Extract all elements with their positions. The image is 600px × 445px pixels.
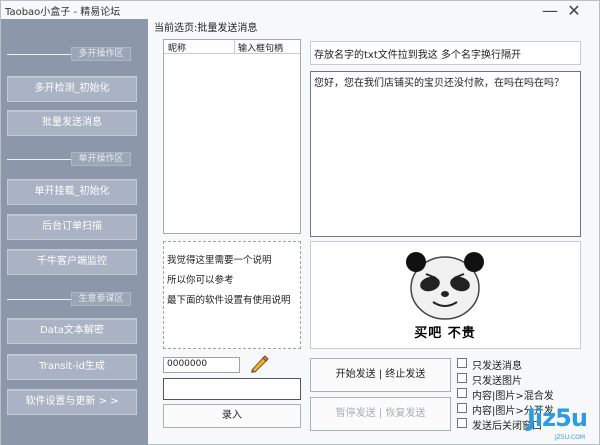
description-line: 我觉得这里需要一个说明 xyxy=(167,255,272,266)
description-line: 所以你可以参考 xyxy=(167,275,234,286)
watermark-text: Jiz5u xyxy=(527,404,588,432)
nickname-list[interactable]: 昵称 输入框句柄 xyxy=(163,39,301,234)
group-label: 生意参谋区 xyxy=(71,292,131,306)
record-button[interactable]: 录入 xyxy=(163,404,301,428)
transit-id-button[interactable]: Transit-id生成 xyxy=(7,354,137,380)
site-watermark: Jiz5u JZ5U.COM xyxy=(511,404,600,445)
group-header-single: 单开操作区 xyxy=(1,151,148,167)
order-scan-button[interactable]: 后台订单扫描 xyxy=(7,214,137,240)
checkbox[interactable] xyxy=(457,373,467,383)
main-panel: 当前选页:批量发送消息 昵称 输入框句柄 存放名字的txt文件拉到我这 多个名字… xyxy=(148,1,600,445)
group-header-multi: 多开操作区 xyxy=(1,46,148,62)
checkbox[interactable] xyxy=(457,358,467,368)
group-divider xyxy=(7,54,71,55)
image-drop-area[interactable]: 买吧 不贵 xyxy=(310,241,581,349)
list-header: 昵称 输入框句柄 xyxy=(164,40,300,54)
group-divider xyxy=(7,159,71,160)
app-window: Taobao小盒子 - 精易论坛 — ✕ 多开操作区 多开检测_初始化 批量发送… xyxy=(0,0,600,445)
column-handle[interactable]: 输入框句柄 xyxy=(238,41,283,54)
pencil-icon[interactable] xyxy=(248,353,270,375)
checkbox[interactable] xyxy=(457,418,467,428)
window-title: Taobao小盒子 - 精易论坛 xyxy=(5,7,121,18)
option-label: 内容|图片>混合发 xyxy=(472,391,554,402)
entry-input[interactable] xyxy=(163,378,301,400)
meme-caption: 买吧 不贵 xyxy=(414,326,476,341)
name-file-drop-area[interactable]: 存放名字的txt文件拉到我这 多个名字换行隔开 xyxy=(310,41,581,65)
option-label: 只发送图片 xyxy=(472,376,522,387)
multi-detect-init-button[interactable]: 多开检测_初始化 xyxy=(7,76,137,102)
group-label: 多开操作区 xyxy=(71,47,131,61)
qianniu-monitor-button[interactable]: 千牛客户端监控 xyxy=(7,249,137,275)
settings-update-button[interactable]: 软件设置与更新 > > xyxy=(7,389,137,415)
current-page-label: 当前选页:批量发送消息 xyxy=(154,23,258,34)
checkbox[interactable] xyxy=(457,403,467,413)
batch-send-message-button[interactable]: 批量发送消息 xyxy=(7,110,137,136)
group-header-business: 生意参谋区 xyxy=(1,291,148,307)
group-label: 单开操作区 xyxy=(71,152,131,166)
column-nickname[interactable]: 昵称 xyxy=(168,41,186,54)
quantity-input[interactable]: 0000000 xyxy=(163,357,240,373)
option-label: 只发送消息 xyxy=(472,361,522,372)
group-divider xyxy=(7,299,71,300)
column-divider[interactable] xyxy=(234,40,235,54)
sidebar: 多开操作区 多开检测_初始化 批量发送消息 单开操作区 单开挂载_初始化 后台订… xyxy=(1,19,148,445)
panda-meme-image xyxy=(406,252,484,320)
pause-resume-send-button[interactable]: 暂停发送 | 恢复发送 xyxy=(310,397,451,431)
data-decrypt-button[interactable]: Data文本解密 xyxy=(7,318,137,344)
start-stop-send-button[interactable]: 开始发送 | 终止发送 xyxy=(310,358,451,392)
watermark-subtext: JZ5U.COM xyxy=(555,434,586,441)
single-mount-init-button[interactable]: 单开挂载_初始化 xyxy=(7,179,137,205)
description-line: 最下面的软件设置有使用说明 xyxy=(167,295,291,306)
message-textarea[interactable]: 您好，您在我们店铺买的宝贝还没付款，在吗在吗在吗？ xyxy=(310,71,581,237)
checkbox[interactable] xyxy=(457,388,467,398)
description-box: 我觉得这里需要一个说明 所以你可以参考 最下面的软件设置有使用说明 xyxy=(163,241,301,349)
